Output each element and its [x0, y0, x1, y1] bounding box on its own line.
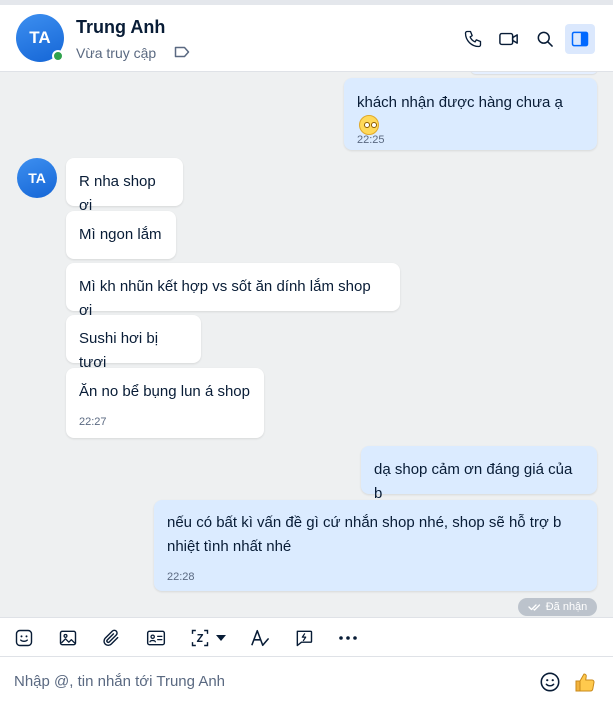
quick-message-icon[interactable]	[293, 627, 315, 649]
previous-message-edge	[470, 72, 598, 74]
thumbs-up-icon[interactable]	[573, 670, 597, 694]
message-time: 22:28	[167, 571, 195, 583]
message-composer	[0, 657, 613, 704]
more-options-icon[interactable]	[337, 627, 359, 649]
conversation-header: TA Trung Anh Vừa truy cập	[0, 5, 613, 72]
video-call-icon[interactable]	[497, 27, 521, 51]
image-icon[interactable]	[57, 627, 79, 649]
delivery-status-badge: Đã nhận	[518, 598, 597, 616]
contact-status: Vừa truy cập	[76, 45, 157, 61]
message-bubble-outgoing[interactable]: dạ shop cảm ơn đáng giá của b	[361, 446, 597, 502]
message-text: nếu có bất kì vấn đề gì cứ nhắn shop nhé…	[167, 514, 562, 555]
phone-icon[interactable]	[461, 27, 485, 51]
composer-toolbar	[0, 617, 613, 657]
contact-name[interactable]: Trung Anh	[76, 17, 165, 38]
emoji-icon[interactable]	[538, 670, 562, 694]
search-icon[interactable]	[533, 27, 557, 51]
attachment-icon[interactable]	[100, 627, 122, 649]
sender-avatar[interactable]: TA	[17, 158, 57, 198]
message-bubble-incoming[interactable]: Sushi hơi bị tươi	[66, 315, 201, 371]
delivery-status-text: Đã nhận	[545, 601, 588, 613]
contact-card-icon[interactable]	[145, 627, 167, 649]
double-check-icon	[528, 604, 540, 611]
sticker-icon[interactable]	[13, 627, 35, 649]
message-bubble-incoming[interactable]: R nha shop ơi	[66, 158, 183, 214]
message-bubble-incoming[interactable]: Mì kh nhũn kết hợp vs sốt ăn dính lắm sh…	[66, 263, 400, 319]
message-time: 22:27	[79, 416, 107, 428]
message-bubble-incoming[interactable]: Ăn no bể bụng lun á shop 22:27	[66, 368, 264, 438]
dropdown-caret-icon[interactable]	[214, 627, 228, 649]
message-bubble-incoming[interactable]: Mì ngon lắm	[66, 211, 176, 259]
message-bubble-outgoing[interactable]: khách nhận được hàng chưa ạ 22:25	[344, 78, 597, 150]
message-input[interactable]	[14, 669, 514, 693]
message-list[interactable]: khách nhận được hàng chưa ạ 22:25 TA R n…	[0, 72, 613, 617]
sidebar-toggle-icon[interactable]	[565, 24, 595, 54]
online-indicator	[52, 50, 64, 62]
screenshot-icon[interactable]	[189, 627, 211, 649]
message-text: Ăn no bể bụng lun á shop	[79, 383, 250, 400]
message-text: khách nhận được hàng chưa ạ	[357, 94, 563, 111]
tag-icon[interactable]	[174, 45, 190, 59]
message-text: Mì ngon lắm	[79, 226, 162, 243]
message-bubble-outgoing[interactable]: nếu có bất kì vấn đề gì cứ nhắn shop nhé…	[154, 500, 597, 591]
message-time: 22:25	[357, 134, 385, 146]
text-format-icon[interactable]	[249, 627, 271, 649]
